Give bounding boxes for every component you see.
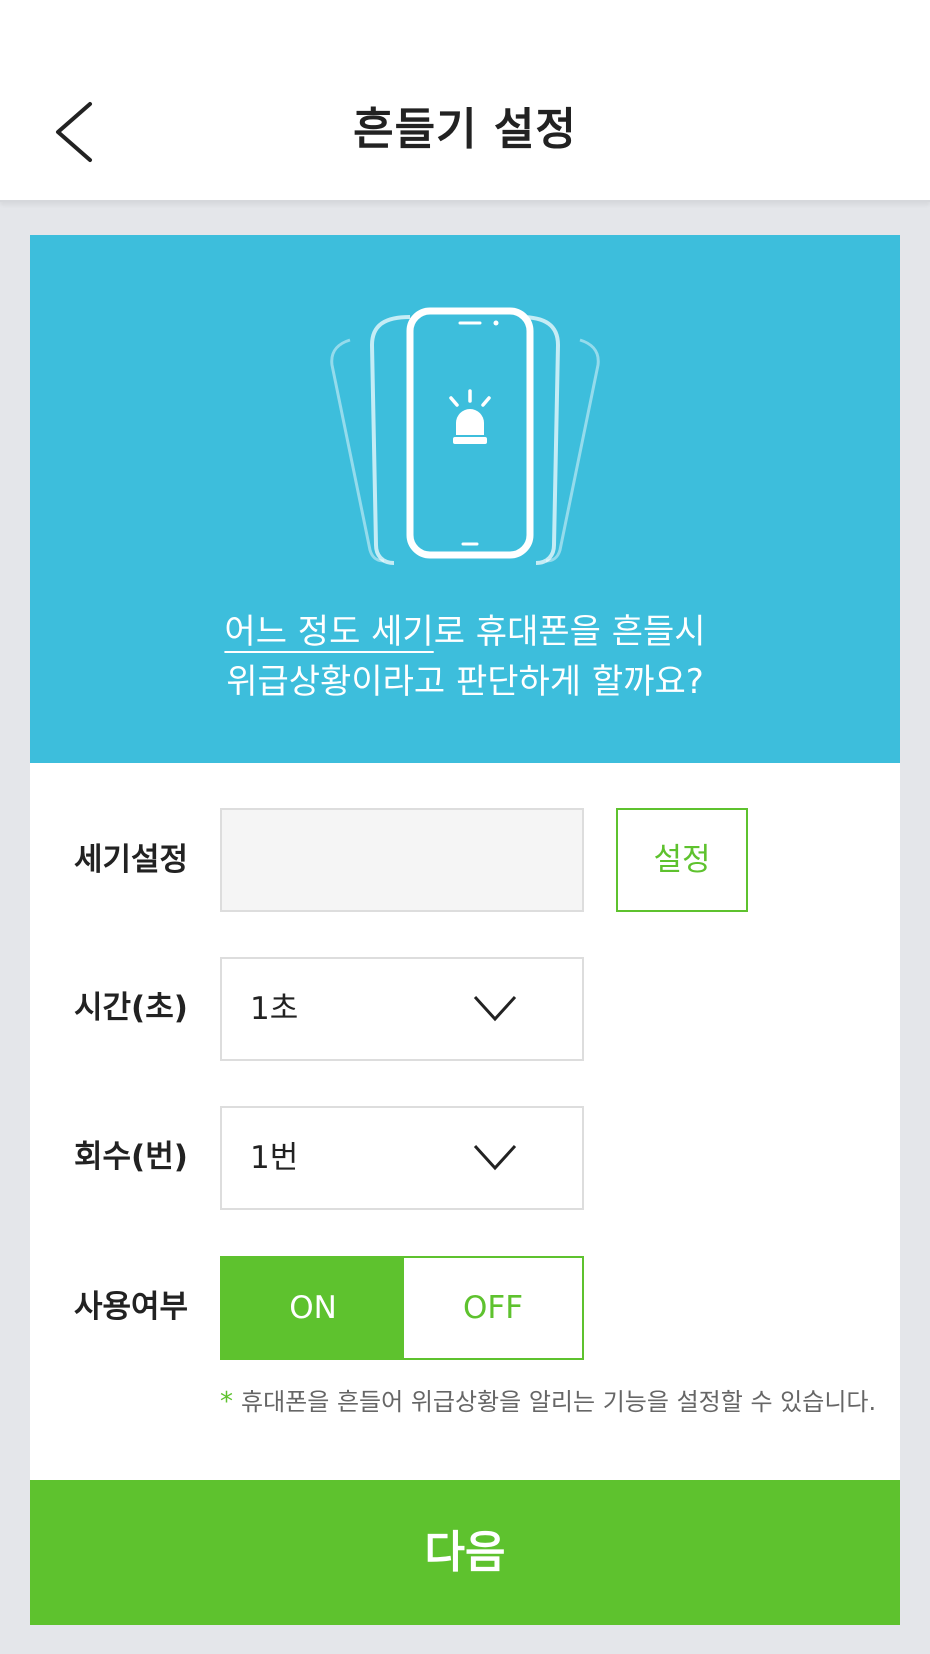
chevron-down-icon xyxy=(473,1144,517,1171)
page-title: 흔들기 설정 xyxy=(353,104,577,155)
toggle-off-button[interactable]: OFF xyxy=(404,1258,582,1358)
strength-value-field xyxy=(220,808,584,912)
app-header: 흔들기 설정 xyxy=(0,0,930,202)
time-select[interactable]: 1초 xyxy=(220,957,584,1061)
hero-underlined-text: 어느 정도 세기 xyxy=(224,612,434,652)
time-selected-value: 1초 xyxy=(250,991,299,1027)
count-label: 회수(번) xyxy=(74,1139,188,1175)
hero-banner: 어느 정도 세기로 휴대폰을 흔들시 위급상황이라고 판단하게 할까요? xyxy=(30,235,900,763)
chevron-down-icon xyxy=(473,995,517,1022)
strength-label: 세기설정 xyxy=(74,842,189,878)
note-marker: * xyxy=(220,1387,233,1417)
strength-set-button[interactable]: 설정 xyxy=(616,808,748,912)
note-text: 휴대폰을 흔들어 위급상황을 알리는 기능을 설정할 수 있습니다. xyxy=(241,1388,877,1416)
help-note: * 휴대폰을 흔들어 위급상황을 알리는 기능을 설정할 수 있습니다. xyxy=(220,1385,876,1419)
enabled-toggle: ON OFF xyxy=(220,1256,584,1360)
toggle-on-button[interactable]: ON xyxy=(222,1258,404,1358)
settings-card: 어느 정도 세기로 휴대폰을 흔들시 위급상황이라고 판단하게 할까요? 세기설… xyxy=(30,235,900,1625)
shaking-phone-alarm-icon xyxy=(330,307,600,565)
next-button[interactable]: 다음 xyxy=(30,1480,900,1625)
hero-question-line1: 어느 정도 세기로 휴대폰을 흔들시 xyxy=(30,607,900,657)
hero-line1-rest: 로 휴대폰을 흔들시 xyxy=(433,612,706,652)
count-select[interactable]: 1번 xyxy=(220,1106,584,1210)
time-label: 시간(초) xyxy=(74,990,188,1026)
hero-question-line2: 위급상황이라고 판단하게 할까요? xyxy=(226,662,704,702)
hero-question: 어느 정도 세기로 휴대폰을 흔들시 위급상황이라고 판단하게 할까요? xyxy=(30,607,900,707)
count-selected-value: 1번 xyxy=(250,1140,299,1176)
enabled-label: 사용여부 xyxy=(74,1289,189,1325)
